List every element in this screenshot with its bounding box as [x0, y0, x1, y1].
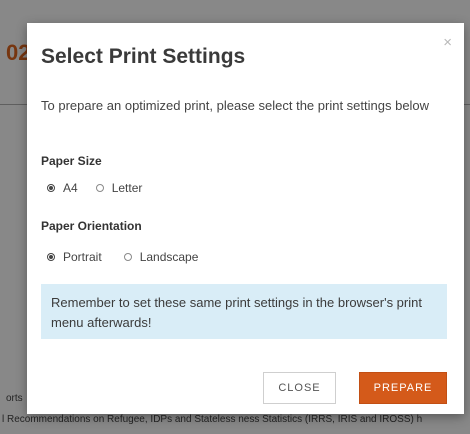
radio-landscape-indicator[interactable]: [123, 253, 132, 261]
print-settings-modal: × Select Print Settings To prepare an op…: [27, 23, 464, 414]
info-notice: Remember to set these same print setting…: [41, 284, 447, 339]
radio-portrait-indicator[interactable]: [47, 253, 55, 261]
close-button[interactable]: CLOSE: [263, 372, 336, 404]
paper-orientation-label: Paper Orientation: [41, 219, 142, 233]
paper-size-options: A4 Letter: [47, 181, 160, 195]
radio-portrait[interactable]: Portrait: [47, 250, 102, 264]
paper-orientation-options: Portrait Landscape: [47, 250, 216, 264]
paper-size-label: Paper Size: [41, 154, 102, 168]
radio-portrait-label: Portrait: [63, 250, 102, 264]
radio-letter-label: Letter: [111, 181, 143, 195]
radio-letter[interactable]: Letter: [95, 181, 143, 195]
modal-intro-text: To prepare an optimized print, please se…: [41, 98, 430, 113]
radio-a4-indicator[interactable]: [47, 184, 55, 192]
radio-a4-label: A4: [63, 181, 78, 195]
radio-landscape-label: Landscape: [139, 250, 199, 264]
close-icon[interactable]: ×: [443, 35, 452, 50]
modal-title: Select Print Settings: [41, 45, 246, 68]
radio-a4[interactable]: A4: [47, 181, 78, 195]
radio-landscape[interactable]: Landscape: [123, 250, 199, 264]
prepare-button[interactable]: PREPARE: [359, 372, 447, 404]
radio-letter-indicator[interactable]: [95, 184, 104, 192]
